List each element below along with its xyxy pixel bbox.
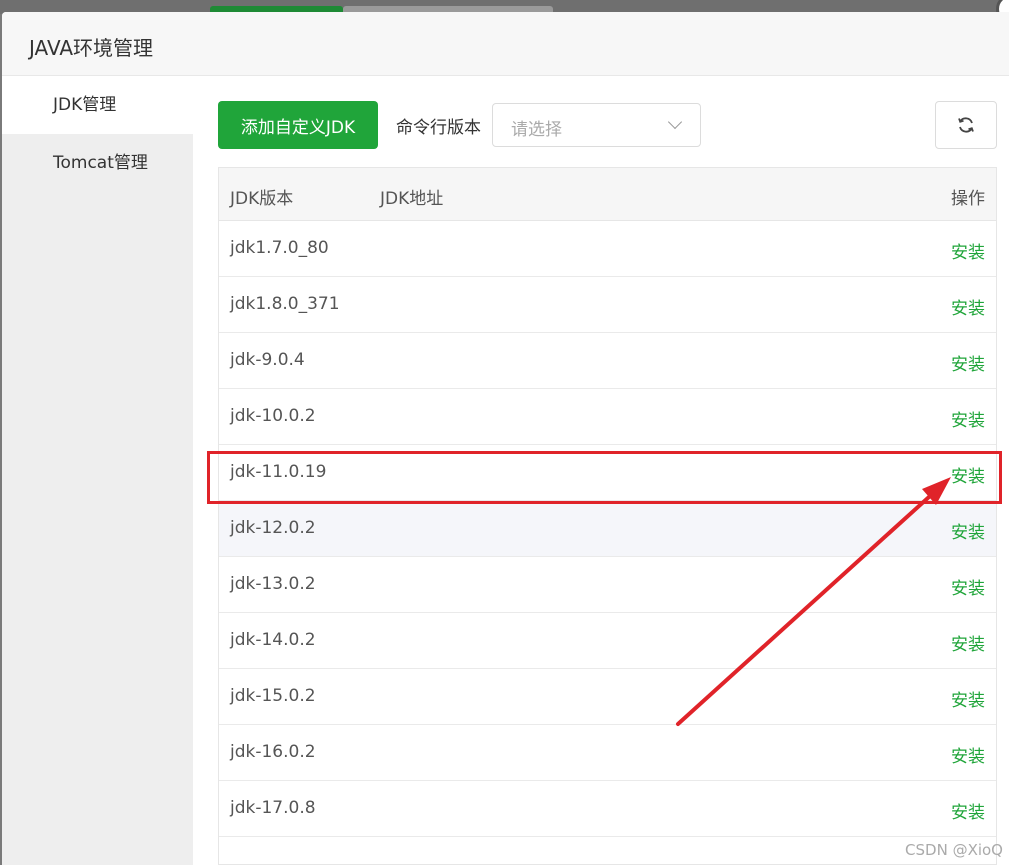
jdk-version-cell: jdk-9.0.4 <box>230 350 305 370</box>
jdk-version-cell: jdk-10.0.2 <box>230 406 316 426</box>
annotation-highlight-box <box>207 451 1002 504</box>
refresh-icon <box>958 117 974 133</box>
install-link[interactable]: 安装 <box>951 518 985 543</box>
install-link[interactable]: 安装 <box>951 406 985 431</box>
sidebar-item-jdk[interactable]: JDK管理 <box>2 76 193 134</box>
sidebar: JDK管理 Tomcat管理 <box>2 76 193 865</box>
jdk-version-cell: jdk-15.0.2 <box>230 686 316 706</box>
table-row: jdk1.8.0_371 安装 <box>219 277 996 333</box>
add-custom-jdk-button[interactable]: 添加自定义JDK <box>218 101 378 149</box>
sidebar-item-label: Tomcat管理 <box>53 153 148 173</box>
java-env-dialog: JAVA环境管理 JDK管理 Tomcat管理 添加自定义JDK 命令行版本 请… <box>2 12 1009 865</box>
install-link[interactable]: 安装 <box>951 350 985 375</box>
watermark: CSDN @XioQ <box>905 841 1003 859</box>
install-link[interactable]: 安装 <box>951 238 985 263</box>
header-jdk-path: JDK地址 <box>380 189 444 209</box>
header-jdk-version: JDK版本 <box>230 189 294 209</box>
jdk-version-cell: jdk-16.0.2 <box>230 742 316 762</box>
table-row: jdk1.7.0_80 安装 <box>219 221 996 277</box>
install-link[interactable]: 安装 <box>951 798 985 823</box>
install-link[interactable]: 安装 <box>951 294 985 319</box>
sidebar-item-label: JDK管理 <box>53 95 117 115</box>
table-row: jdk-14.0.2 安装 <box>219 613 996 669</box>
jdk-version-cell: jdk1.8.0_371 <box>230 294 340 314</box>
install-link[interactable]: 安装 <box>951 630 985 655</box>
jdk-version-cell: jdk-17.0.8 <box>230 798 316 818</box>
table-row: jdk-12.0.2 安装 <box>219 501 996 557</box>
install-link[interactable]: 安装 <box>951 574 985 599</box>
jdk-version-cell: jdk-12.0.2 <box>230 518 316 538</box>
jdk-version-cell: jdk-13.0.2 <box>230 574 316 594</box>
table-row: jdk-15.0.2 安装 <box>219 669 996 725</box>
table-row: jdk-17.0.8 安装 <box>219 781 996 837</box>
chevron-down-icon <box>667 114 683 130</box>
dialog-title: JAVA环境管理 <box>29 36 154 60</box>
table-row: jdk-10.0.2 安装 <box>219 389 996 445</box>
jdk-version-cell: jdk1.7.0_80 <box>230 238 329 258</box>
table-row: jdk-9.0.4 安装 <box>219 333 996 389</box>
table-header: JDK版本 JDK地址 操作 <box>219 168 996 221</box>
refresh-button[interactable] <box>935 101 997 149</box>
select-placeholder: 请选择 <box>511 120 562 140</box>
sidebar-item-tomcat[interactable]: Tomcat管理 <box>2 134 193 192</box>
dialog-header: JAVA环境管理 <box>2 12 1009 76</box>
table-row: jdk-16.0.2 安装 <box>219 725 996 781</box>
cli-version-label: 命令行版本 <box>396 118 481 138</box>
cli-version-select[interactable]: 请选择 <box>492 103 701 147</box>
jdk-table: JDK版本 JDK地址 操作 jdk1.7.0_80 安装 jdk1.8.0_371… <box>218 167 997 865</box>
header-action: 操作 <box>951 189 985 209</box>
table-row: jdk-13.0.2 安装 <box>219 557 996 613</box>
install-link[interactable]: 安装 <box>951 686 985 711</box>
install-link[interactable]: 安装 <box>951 742 985 767</box>
jdk-version-cell: jdk-14.0.2 <box>230 630 316 650</box>
